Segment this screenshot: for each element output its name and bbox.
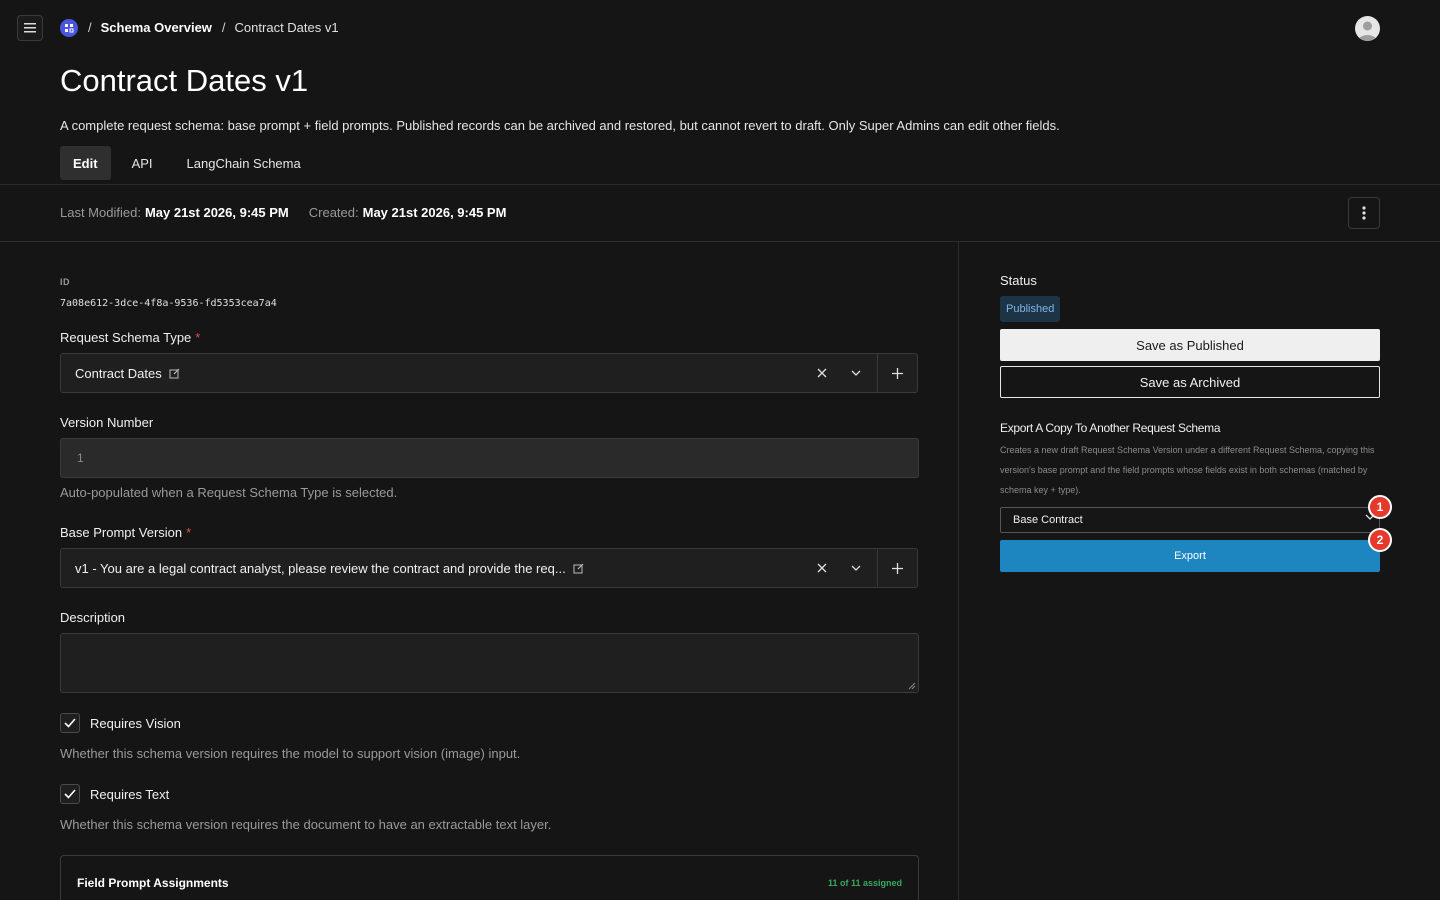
export-schema-select[interactable]: Base Contract <box>1000 507 1380 533</box>
description-label: Description <box>60 610 126 625</box>
version-number-field: 1 <box>60 438 919 478</box>
requires-vision-label: Requires Vision <box>90 715 181 731</box>
requires-vision-checkbox[interactable] <box>60 713 80 733</box>
status-badge: Published <box>1000 296 1061 322</box>
page-title: Contract Dates v1 <box>60 63 309 98</box>
assigned-count-badge: 11 of 11 assigned <box>827 878 902 888</box>
more-vertical-icon <box>1362 206 1366 220</box>
menu-button[interactable] <box>17 15 43 41</box>
created-value: May 21st 2026, 9:45 PM <box>362 205 507 220</box>
schema-type-label: Request Schema Type * <box>60 330 201 345</box>
edit-icon[interactable] <box>573 563 584 574</box>
tab-langchain-schema[interactable]: LangChain Schema <box>174 146 314 180</box>
plus-icon <box>892 367 903 379</box>
chevron-down-icon[interactable] <box>851 370 861 376</box>
id-label: ID <box>60 277 70 287</box>
user-icon <box>1358 21 1377 41</box>
clear-icon[interactable] <box>817 368 827 378</box>
created-label: Created: <box>308 205 359 220</box>
export-button[interactable]: Export <box>1000 540 1380 572</box>
schema-type-select[interactable]: Contract Dates <box>60 353 918 393</box>
export-description: Creates a new draft Request Schema Versi… <box>1000 445 1375 495</box>
tab-edit[interactable]: Edit <box>60 146 111 180</box>
metadata-row: Last Modified: May 21st 2026, 9:45 PM Cr… <box>60 205 526 220</box>
check-icon <box>64 789 76 799</box>
schema-type-value: Contract Dates <box>75 365 162 381</box>
requires-text-hint: Whether this schema version requires the… <box>60 817 552 832</box>
version-number-label: Version Number <box>60 415 154 430</box>
divider <box>0 241 1440 242</box>
breadcrumb-current: Contract Dates v1 <box>234 20 339 35</box>
base-prompt-label: Base Prompt Version * <box>60 525 192 540</box>
breadcrumb: / Schema Overview / Contract Dates v1 <box>88 20 339 35</box>
add-base-prompt-button[interactable] <box>877 549 917 587</box>
check-icon <box>64 718 76 728</box>
status-label: Status <box>1000 273 1037 288</box>
page-description: A complete request schema: base prompt +… <box>60 118 1060 133</box>
base-prompt-value: v1 - You are a legal contract analyst, p… <box>75 560 566 576</box>
chevron-down-icon[interactable] <box>851 565 861 571</box>
column-divider <box>958 241 959 900</box>
more-actions-button[interactable] <box>1348 197 1380 229</box>
save-as-archived-button[interactable]: Save as Archived <box>1000 366 1380 398</box>
breadcrumb-schema-overview[interactable]: Schema Overview <box>101 20 212 35</box>
id-value: 7a08e612-3dce-4f8a-9536-fd5353cea7a4 <box>60 298 277 309</box>
export-title: Export A Copy To Another Request Schema <box>1000 421 1221 435</box>
avatar[interactable] <box>1355 16 1380 41</box>
description-textarea[interactable] <box>60 633 919 693</box>
annotation-marker-1: 1 <box>1368 495 1392 519</box>
requires-text-checkbox[interactable] <box>60 784 80 804</box>
version-number-hint: Auto-populated when a Request Schema Typ… <box>60 485 398 500</box>
last-modified-value: May 21st 2026, 9:45 PM <box>144 205 289 220</box>
tab-api[interactable]: API <box>119 146 166 180</box>
annotation-marker-2: 2 <box>1368 528 1392 552</box>
requires-text-row: Requires Text <box>60 784 169 804</box>
export-select-value: Base Contract <box>1013 514 1083 526</box>
base-prompt-select[interactable]: v1 - You are a legal contract analyst, p… <box>60 548 918 588</box>
field-prompt-assignments-panel: Field Prompt Assignments 11 of 11 assign… <box>60 855 919 900</box>
tab-bar: Edit API LangChain Schema <box>60 146 322 180</box>
clear-icon[interactable] <box>817 563 827 573</box>
add-schema-type-button[interactable] <box>877 354 917 392</box>
save-as-published-button[interactable]: Save as Published <box>1000 329 1380 361</box>
app-logo-icon[interactable] <box>60 19 78 37</box>
requires-vision-hint: Whether this schema version requires the… <box>60 746 521 761</box>
divider <box>0 184 1440 185</box>
plus-icon <box>892 562 903 574</box>
edit-icon[interactable] <box>169 368 180 379</box>
requires-vision-row: Requires Vision <box>60 713 181 733</box>
resize-handle-icon[interactable] <box>908 682 916 690</box>
last-modified-label: Last Modified: <box>60 205 141 220</box>
requires-text-label: Requires Text <box>90 786 170 802</box>
hamburger-icon <box>24 23 36 33</box>
field-prompt-assignments-title: Field Prompt Assignments <box>77 876 229 890</box>
